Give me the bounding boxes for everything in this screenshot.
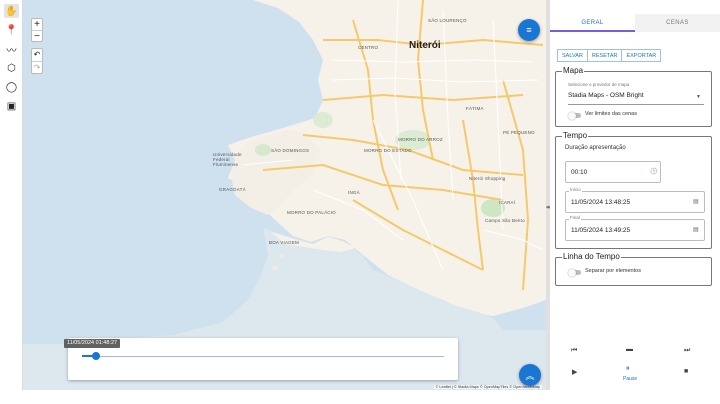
polygon-icon[interactable]: ⬡ xyxy=(4,61,19,75)
map-label-sao-domingos: SÃO DOMINGOS xyxy=(271,148,310,153)
show-limits-label: Ver limites das cenas xyxy=(585,111,637,117)
pause-icon[interactable]: ⏸ xyxy=(626,365,630,373)
layers-fab-button[interactable]: ≡ xyxy=(518,19,540,41)
export-button[interactable]: Exportar xyxy=(622,49,662,62)
map-attribution[interactable]: © Leaflet | © Stadia Maps © OpenMapTiles… xyxy=(433,385,542,389)
end-field[interactable]: 11/05/2024 13:49:25 ▤ xyxy=(565,219,705,241)
timeline-bar xyxy=(68,338,458,380)
map-label-morro-estado: MORRO DO ESTADO xyxy=(364,148,412,153)
tile-provider-select[interactable]: Stadia Maps - OSM Bright xyxy=(568,92,644,99)
map-label-inga: INGÁ xyxy=(348,190,360,195)
map-label-boa-viagem: BOA VIAGEM xyxy=(269,240,300,245)
start-field[interactable]: 11/05/2024 13:48:25 ▤ xyxy=(565,191,705,213)
map-label-morro-arroz: MORRO DO ARROZ xyxy=(398,137,443,142)
drawing-toolbar: ✋ 📍 〰 ⬡ ◯ ▣ xyxy=(0,0,23,390)
image-icon[interactable]: ▣ xyxy=(4,99,19,113)
circle-icon[interactable]: ◯ xyxy=(4,80,19,94)
duration-field[interactable]: 00:10 🕒 xyxy=(565,161,661,183)
map-label-sao-lourenco: SÃO LOURENÇO xyxy=(428,18,467,23)
tile-provider-label: Selecione o provedor de mapa xyxy=(568,82,630,87)
tab-geral[interactable]: Geral xyxy=(550,14,635,32)
timeline-thumb[interactable] xyxy=(92,352,101,360)
map-label-pe-pequeno: PÉ PEQUENO xyxy=(503,130,535,135)
stop-icon[interactable]: ■ xyxy=(684,368,688,375)
action-buttons: Salvar Resetar Exportar xyxy=(557,49,662,62)
undo-icon[interactable]: ↶ xyxy=(32,49,42,61)
redo-icon[interactable]: ↷ xyxy=(32,61,42,73)
show-limits-toggle[interactable] xyxy=(568,111,581,120)
map-label-gragoata: GRAGOATÁ xyxy=(219,187,246,192)
map-label-city: Niterói xyxy=(409,40,441,51)
map-label-niteroi-shopping: Niterói Shopping xyxy=(469,176,506,181)
chevron-down-icon[interactable]: ▼ xyxy=(696,94,701,100)
timeline-tooltip: 11/05/2024 01:48:27 xyxy=(64,339,121,348)
pause-label: Pause xyxy=(623,376,638,382)
zoom-in-button[interactable]: + xyxy=(32,19,42,30)
map-label-icarai: ICARAÍ xyxy=(499,200,516,205)
map-view[interactable]: Niterói SÃO LOURENÇO CENTRO FÁTIMA PÉ PE… xyxy=(23,0,546,390)
duration-label: Duração apresentação xyxy=(565,145,626,151)
hand-icon[interactable]: ✋ xyxy=(4,4,19,18)
separate-toggle[interactable] xyxy=(568,268,581,277)
calendar-icon[interactable]: ▤ xyxy=(693,198,699,205)
map-label-uff: Universidade Federal Fluminense xyxy=(213,152,242,167)
chevron-double-up-icon: ︽ xyxy=(525,370,535,381)
save-button[interactable]: Salvar xyxy=(557,49,588,62)
screen-icon[interactable]: ▬ xyxy=(626,346,633,353)
reset-button[interactable]: Resetar xyxy=(587,49,623,62)
app-window: ✋ 📍 〰 ⬡ ◯ ▣ Niterói SÃO LOURENÇO CENTRO … xyxy=(0,0,720,404)
tempo-section: Tempo Duração apresentação 00:10 🕒 11/05… xyxy=(555,131,712,249)
start-value: 11/05/2024 13:48:25 xyxy=(571,199,631,206)
skip-next-icon[interactable]: ⏭ xyxy=(684,347,690,355)
end-value: 11/05/2024 13:49:25 xyxy=(571,227,631,234)
zoom-out-button[interactable]: − xyxy=(32,30,42,42)
map-tiles xyxy=(23,0,546,390)
map-label-fatima: FÁTIMA xyxy=(466,106,484,111)
separate-label: Separar por elementos xyxy=(585,268,641,274)
expand-fab-button[interactable]: ︽ xyxy=(519,364,541,386)
clock-icon[interactable]: 🕒 xyxy=(650,168,657,175)
end-label: Final xyxy=(569,215,581,220)
calendar-edit-icon[interactable]: ▤ xyxy=(693,226,699,233)
polyline-icon[interactable]: 〰 xyxy=(4,42,19,57)
duration-value: 00:10 xyxy=(571,169,588,176)
skip-previous-icon[interactable]: ⏮ xyxy=(571,347,577,355)
map-label-campo: Campo São Bento xyxy=(485,218,525,223)
map-label-centro: CENTRO xyxy=(358,45,379,50)
play-icon[interactable]: ▶ xyxy=(572,368,577,376)
pin-icon[interactable]: 📍 xyxy=(4,23,19,37)
panel-tabs: Geral Cenas xyxy=(550,14,720,32)
zoom-control: + − xyxy=(31,18,43,42)
tile-provider-underline xyxy=(568,104,704,105)
linha-section: Linha do Tempo Separar por elementos xyxy=(555,252,712,286)
sort-icon: ≡ xyxy=(526,25,532,35)
history-control: ↶ ↷ xyxy=(31,48,43,74)
linha-section-title: Linha do Tempo xyxy=(562,252,621,261)
start-label: Início xyxy=(569,187,582,192)
mapa-section: Mapa Selecione o provedor de mapa Stadia… xyxy=(555,66,712,127)
tab-cenas[interactable]: Cenas xyxy=(635,14,720,32)
timeline-track[interactable] xyxy=(82,356,444,357)
tempo-section-title: Tempo xyxy=(562,131,589,140)
map-label-morro-palacio: MORRO DO PALÁCIO xyxy=(287,210,336,215)
mapa-section-title: Mapa xyxy=(562,66,585,75)
